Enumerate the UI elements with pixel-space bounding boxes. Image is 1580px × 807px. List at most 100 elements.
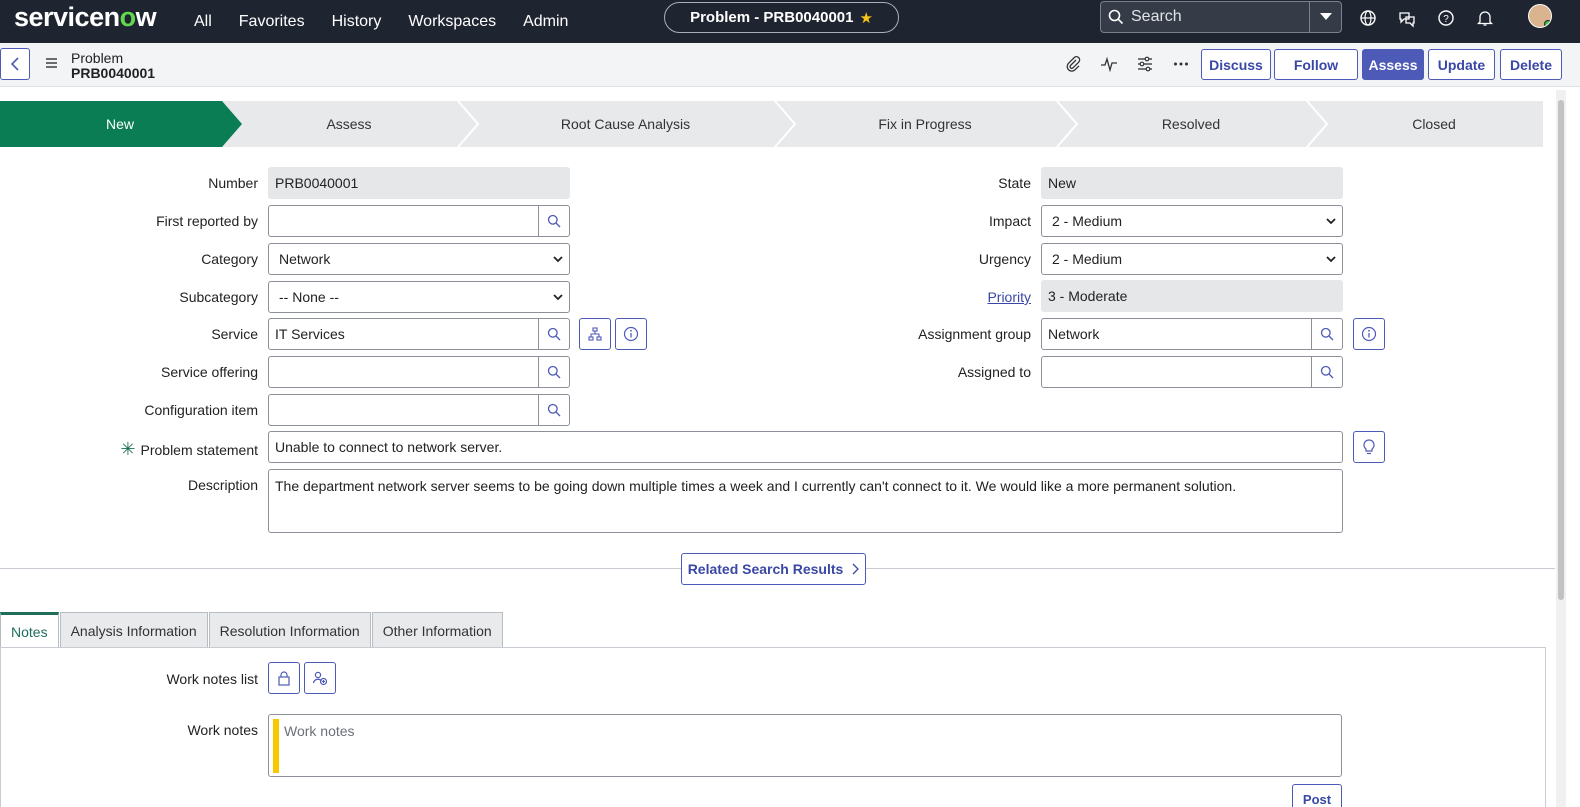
search-icon bbox=[547, 214, 561, 228]
chevron-down-icon bbox=[553, 294, 563, 301]
post-button[interactable]: Post bbox=[1292, 784, 1342, 807]
online-status-dot bbox=[1544, 20, 1551, 27]
flow-step-assess[interactable]: Assess bbox=[240, 101, 458, 147]
assigned-to-label: Assigned to bbox=[957, 364, 1031, 380]
service-offering-input[interactable] bbox=[268, 356, 540, 388]
search-scope-dropdown[interactable] bbox=[1309, 2, 1341, 32]
favorite-star-icon[interactable]: ★ bbox=[859, 9, 872, 27]
problem-statement-label-row: ✳ Problem statement bbox=[60, 439, 258, 460]
logo-text-post: w bbox=[135, 2, 157, 32]
nav-menu: All Favorites History Workspaces Admin bbox=[194, 0, 595, 43]
related-search-results-button[interactable]: Related Search Results bbox=[681, 553, 866, 585]
number-field: PRB0040001 bbox=[268, 167, 570, 199]
subcategory-select[interactable]: -- None -- bbox=[268, 281, 570, 313]
svg-text:?: ? bbox=[1443, 14, 1449, 25]
top-icons: ? bbox=[1358, 8, 1495, 28]
nav-item-workspaces[interactable]: Workspaces bbox=[408, 13, 496, 31]
discuss-button[interactable]: Discuss bbox=[1201, 49, 1271, 80]
record-type: Problem bbox=[71, 50, 124, 66]
context-menu-icon[interactable] bbox=[44, 56, 58, 72]
lock-icon bbox=[278, 671, 290, 686]
nav-item-favorites[interactable]: Favorites bbox=[239, 13, 305, 31]
configuration-item-lookup-button[interactable] bbox=[538, 394, 570, 426]
work-notes-textarea[interactable]: Work notes bbox=[268, 714, 1342, 777]
first-reported-by-lookup-button[interactable] bbox=[538, 205, 570, 237]
work-notes-list-lock-button[interactable] bbox=[268, 662, 300, 694]
description-textarea[interactable]: The department network server seems to b… bbox=[268, 469, 1343, 533]
tab-resolution-information[interactable]: Resolution Information bbox=[208, 612, 371, 648]
chevron-left-icon bbox=[10, 57, 19, 71]
vertical-scrollbar[interactable] bbox=[1556, 90, 1566, 807]
service-input[interactable]: IT Services bbox=[268, 318, 540, 350]
chevron-right-icon bbox=[852, 563, 860, 575]
flow-step-root-cause-analysis[interactable]: Root Cause Analysis bbox=[478, 101, 773, 147]
notifications-bell-icon[interactable] bbox=[1475, 8, 1495, 28]
chat-icon[interactable] bbox=[1397, 8, 1417, 28]
follow-button[interactable]: Follow bbox=[1274, 49, 1358, 80]
assignment-group-label: Assignment group bbox=[918, 326, 1031, 342]
tab-other-information[interactable]: Other Information bbox=[371, 612, 503, 648]
service-info-button[interactable] bbox=[615, 318, 647, 350]
category-select[interactable]: Network bbox=[268, 243, 570, 275]
chevron-down-icon bbox=[1326, 256, 1336, 263]
personalize-sliders-icon[interactable] bbox=[1136, 55, 1154, 76]
nav-item-all[interactable]: All bbox=[194, 13, 212, 31]
tab-analysis-information[interactable]: Analysis Information bbox=[59, 612, 208, 648]
problem-statement-input[interactable]: Unable to connect to network server. bbox=[268, 431, 1343, 463]
help-icon[interactable]: ? bbox=[1436, 8, 1456, 28]
delete-button[interactable]: Delete bbox=[1500, 49, 1562, 80]
service-offering-lookup-button[interactable] bbox=[538, 356, 570, 388]
attachment-icon[interactable] bbox=[1064, 55, 1082, 76]
category-label: Category bbox=[201, 251, 258, 267]
work-notes-placeholder: Work notes bbox=[284, 723, 355, 739]
service-label: Service bbox=[211, 326, 258, 342]
first-reported-by-input[interactable] bbox=[268, 205, 540, 237]
info-icon bbox=[623, 326, 639, 342]
flow-step-new[interactable]: New bbox=[0, 101, 240, 147]
globe-icon[interactable] bbox=[1358, 8, 1378, 28]
problem-statement-label: Problem statement bbox=[140, 442, 259, 458]
urgency-select[interactable]: 2 - Medium bbox=[1041, 243, 1343, 275]
assigned-to-input[interactable] bbox=[1041, 356, 1313, 388]
back-button[interactable] bbox=[0, 48, 30, 80]
configuration-item-label: Configuration item bbox=[144, 402, 258, 418]
activity-pulse-icon[interactable] bbox=[1100, 55, 1118, 76]
search-placeholder[interactable]: Search bbox=[1131, 8, 1309, 26]
assignment-group-input[interactable]: Network bbox=[1041, 318, 1313, 350]
more-options-icon[interactable] bbox=[1172, 55, 1190, 76]
tab-notes[interactable]: Notes bbox=[0, 612, 59, 648]
configuration-item-input[interactable] bbox=[268, 394, 540, 426]
work-notes-list-add-me-button[interactable] bbox=[304, 662, 336, 694]
flow-step-resolved[interactable]: Resolved bbox=[1077, 101, 1305, 147]
nav-item-admin[interactable]: Admin bbox=[523, 13, 568, 31]
assignment-group-info-button[interactable] bbox=[1353, 318, 1385, 350]
urgency-value: 2 - Medium bbox=[1052, 251, 1123, 267]
chevron-down-icon bbox=[553, 256, 563, 263]
global-search[interactable]: Search bbox=[1100, 1, 1342, 33]
flow-step-closed[interactable]: Closed bbox=[1327, 101, 1541, 147]
assignment-group-lookup-button[interactable] bbox=[1311, 318, 1343, 350]
problem-statement-suggestion-button[interactable] bbox=[1353, 431, 1385, 463]
servicenow-logo[interactable]: servicenow bbox=[14, 2, 157, 33]
search-icon bbox=[1101, 9, 1131, 25]
logo-o: o bbox=[119, 2, 137, 32]
user-avatar[interactable] bbox=[1528, 4, 1552, 28]
assigned-to-lookup-button[interactable] bbox=[1311, 356, 1343, 388]
priority-label-link[interactable]: Priority bbox=[830, 289, 1031, 305]
assess-button[interactable]: Assess bbox=[1362, 49, 1424, 80]
search-icon bbox=[1320, 365, 1334, 379]
state-label: State bbox=[998, 175, 1031, 191]
priority-field: 3 - Moderate bbox=[1041, 280, 1343, 312]
description-label: Description bbox=[187, 477, 258, 493]
impact-select[interactable]: 2 - Medium bbox=[1041, 205, 1343, 237]
update-button[interactable]: Update bbox=[1428, 49, 1495, 80]
scrollbar-thumb[interactable] bbox=[1558, 100, 1564, 600]
flow-step-fix-in-progress[interactable]: Fix in Progress bbox=[795, 101, 1055, 147]
info-icon bbox=[1361, 326, 1377, 342]
service-lookup-button[interactable] bbox=[538, 318, 570, 350]
nav-item-history[interactable]: History bbox=[332, 13, 382, 31]
context-title-pill[interactable]: Problem - PRB0040001 ★ bbox=[664, 2, 899, 33]
first-reported-by-label: First reported by bbox=[156, 213, 258, 229]
process-flow: New Assess Root Cause Analysis Fix in Pr… bbox=[0, 101, 1543, 147]
service-dependency-map-button[interactable] bbox=[579, 318, 611, 350]
